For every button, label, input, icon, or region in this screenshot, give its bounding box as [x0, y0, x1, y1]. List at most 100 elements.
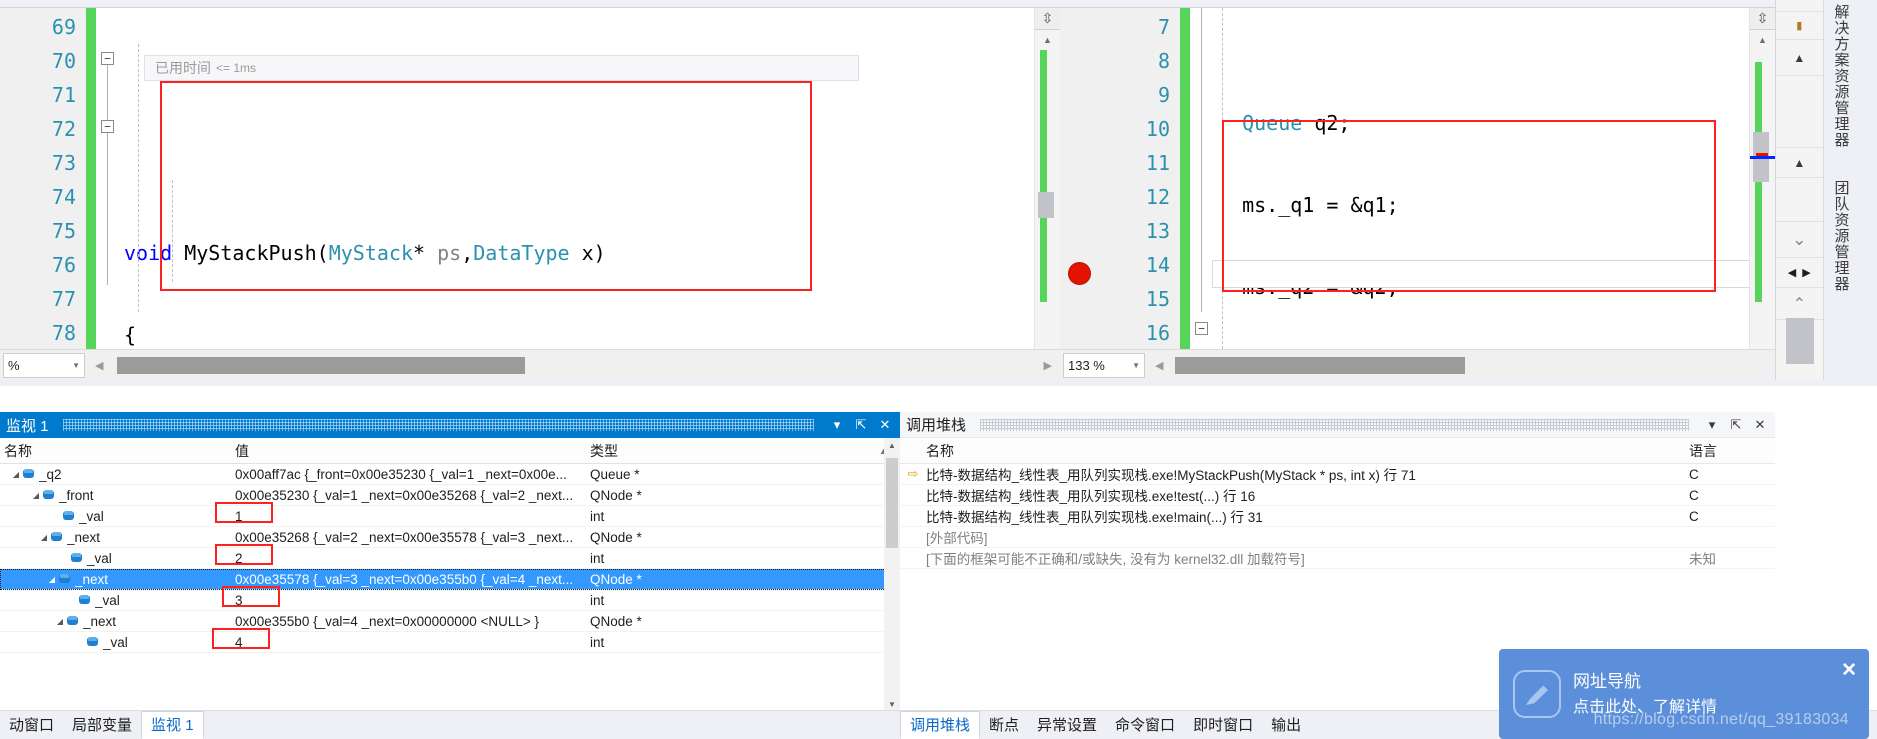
- table-row-selected[interactable]: ◢ _next 0x00e35578 {_val=3 _next=0x00e35…: [0, 569, 900, 590]
- expander-icon[interactable]: ◢: [10, 470, 22, 479]
- watch-variable-value[interactable]: 1: [232, 509, 587, 524]
- dock-scroll-column[interactable]: ▮ ▲ ▲ ⌄ ◀ ▶ ⌃: [1776, 0, 1824, 380]
- scroll-track[interactable]: [1035, 50, 1060, 349]
- scroll-thumb[interactable]: [1038, 192, 1054, 218]
- scroll-thumb[interactable]: [886, 458, 898, 548]
- tab-breakpoints[interactable]: 断点: [980, 711, 1028, 739]
- chevron-up-icon[interactable]: ⌃: [1776, 288, 1823, 320]
- watch-variable-value[interactable]: 0x00aff7ac {_front=0x00e35230 {_val=1 _n…: [232, 467, 587, 482]
- watch-variable-value[interactable]: 0x00e35268 {_val=2 _next=0x00e35578 {_va…: [232, 530, 587, 545]
- scroll-thumb[interactable]: [117, 356, 526, 374]
- expander-icon[interactable]: ◢: [38, 533, 50, 542]
- dock-tab-column[interactable]: 解决方案资源管理器 团队资源管理器: [1824, 0, 1877, 380]
- left-panel-tabs[interactable]: 动窗口 局部变量 监视 1: [0, 710, 900, 739]
- left-horizontal-scrollbar[interactable]: ◀ ▶: [89, 353, 1060, 378]
- scroll-up-icon[interactable]: ▲: [1035, 30, 1060, 50]
- right-code-area[interactable]: 7 8 9 10 11 12 13 14 15 16 17 −: [1060, 8, 1775, 349]
- scroll-left-icon[interactable]: ◀: [1149, 359, 1169, 372]
- call-stack-rows[interactable]: ⇨ 比特-数据结构_线性表_用队列实现栈.exe!MyStackPush(MyS…: [900, 464, 1775, 569]
- cs-col-header-language[interactable]: 语言: [1685, 441, 1775, 461]
- watch-variable-value[interactable]: 3: [232, 593, 587, 608]
- scroll-track[interactable]: [1169, 356, 1775, 374]
- cs-col-header-name[interactable]: 名称: [900, 441, 1685, 461]
- right-code-text[interactable]: Queue q2; ms._q1 = &q1; ms._q2 = &q2; My…: [1214, 8, 1775, 349]
- collapse-function-icon[interactable]: −: [101, 52, 114, 65]
- right-editor-vertical-scrollbar[interactable]: ⇳ ▲: [1749, 8, 1775, 349]
- ime-promo-popup[interactable]: 网址导航 点击此处、了解详情 ✕ https://blog.csdn.net/q…: [1499, 649, 1869, 739]
- dock-scroll-thumb[interactable]: [1786, 318, 1814, 364]
- left-editor-vertical-scrollbar[interactable]: ⇳ ▲: [1034, 8, 1060, 349]
- watch-variable-value[interactable]: 0x00e355b0 {_val=4 _next=0x00000000 <NUL…: [232, 614, 587, 629]
- titlebar-grip[interactable]: [62, 419, 814, 431]
- expander-icon[interactable]: ◢: [30, 491, 42, 500]
- watch-col-header-name[interactable]: 名称: [0, 441, 232, 461]
- tab-watch-1[interactable]: 监视 1: [141, 711, 204, 739]
- right-horizontal-scrollbar[interactable]: ◀: [1149, 353, 1775, 378]
- tab-locals[interactable]: 局部变量: [63, 711, 141, 739]
- table-row[interactable]: ◢ _q2 0x00aff7ac {_front=0x00e35230 {_va…: [0, 464, 900, 485]
- call-stack-frame[interactable]: 比特-数据结构_线性表_用队列实现栈.exe!test(...) 行 16 C: [900, 485, 1775, 506]
- watch-variable-value[interactable]: 2: [232, 551, 587, 566]
- scroll-up-icon[interactable]: ▲: [1750, 30, 1775, 50]
- tab-immediate-window[interactable]: 即时窗口: [1184, 711, 1262, 739]
- call-stack-frame-current[interactable]: ⇨ 比特-数据结构_线性表_用队列实现栈.exe!MyStackPush(MyS…: [900, 464, 1775, 485]
- close-icon[interactable]: ✕: [876, 417, 894, 433]
- tab-exception-settings[interactable]: 异常设置: [1028, 711, 1106, 739]
- chevron-down-icon[interactable]: ▼: [1132, 361, 1140, 370]
- watch-vertical-scrollbar[interactable]: ▲ ▼: [884, 438, 900, 713]
- right-editor-bottom-strip[interactable]: 133 % ▼ ◀: [1060, 349, 1775, 380]
- table-row[interactable]: ◢ _front 0x00e35230 {_val=1 _next=0x00e3…: [0, 485, 900, 506]
- collapse-comment-icon[interactable]: −: [1195, 322, 1208, 335]
- scroll-track[interactable]: [109, 356, 1036, 374]
- call-stack-titlebar[interactable]: 调用堆栈 ▾ ⇱ ✕: [900, 412, 1775, 438]
- split-view-handle-icon[interactable]: ⇳: [1035, 8, 1060, 30]
- table-row[interactable]: ◢ _next 0x00e35268 {_val=2 _next=0x00e35…: [0, 527, 900, 548]
- table-row[interactable]: ◢ _next 0x00e355b0 {_val=4 _next=0x00000…: [0, 611, 900, 632]
- chevron-down-icon[interactable]: ▼: [72, 361, 80, 370]
- dock-tab-solution-explorer[interactable]: 解决方案资源管理器: [1828, 4, 1852, 172]
- pin-icon[interactable]: ⇱: [852, 417, 870, 433]
- left-fold-column[interactable]: − −: [96, 8, 120, 349]
- tab-command-window[interactable]: 命令窗口: [1106, 711, 1184, 739]
- right-fold-column[interactable]: −: [1190, 8, 1214, 349]
- dock-tab-team-explorer[interactable]: 团队资源管理器: [1828, 180, 1852, 360]
- titlebar-grip[interactable]: [980, 418, 1689, 431]
- tab-output[interactable]: 输出: [1262, 711, 1310, 739]
- watch-column-headers[interactable]: 名称 值 类型 ▲: [0, 438, 900, 464]
- breakpoint-icon[interactable]: [1068, 262, 1091, 285]
- call-stack-frame-external[interactable]: [外部代码]: [900, 527, 1775, 548]
- left-zoom-level-combobox[interactable]: % ▼: [3, 352, 85, 378]
- watch-col-header-type[interactable]: 类型: [587, 441, 867, 461]
- expander-icon[interactable]: ◢: [54, 617, 66, 626]
- right-code-editor[interactable]: 7 8 9 10 11 12 13 14 15 16 17 −: [1060, 0, 1775, 380]
- call-stack-frame-warning[interactable]: [下面的框架可能不正确和/或缺失, 没有为 kernel32.dll 加载符号]…: [900, 548, 1775, 569]
- collapse-if-icon[interactable]: −: [101, 120, 114, 133]
- watch-variable-value[interactable]: 4: [232, 635, 587, 650]
- scroll-track[interactable]: [1750, 50, 1775, 349]
- pin-icon[interactable]: ⇱: [1727, 417, 1745, 433]
- chevron-down-icon[interactable]: ▾: [1703, 417, 1721, 433]
- table-row[interactable]: _val 1 int: [0, 506, 900, 527]
- table-row[interactable]: _val 2 int: [0, 548, 900, 569]
- nav-forward-icon[interactable]: ▶: [1802, 266, 1810, 279]
- call-stack-frame[interactable]: 比特-数据结构_线性表_用队列实现栈.exe!main(...) 行 31 C: [900, 506, 1775, 527]
- watch-window-titlebar[interactable]: 监视 1 ▾ ⇱ ✕: [0, 412, 900, 438]
- split-view-handle-icon[interactable]: ⇳: [1750, 8, 1775, 30]
- scroll-up-icon[interactable]: ▲: [884, 438, 900, 454]
- nav-back-icon[interactable]: ◀: [1788, 266, 1796, 279]
- table-row[interactable]: _val 4 int: [0, 632, 900, 653]
- watch-variable-value[interactable]: 0x00e35578 {_val=3 _next=0x00e355b0 {_va…: [232, 572, 587, 587]
- tab-autos-window[interactable]: 动窗口: [0, 711, 63, 739]
- collapse-arrow-icon-2[interactable]: ▲: [1776, 148, 1823, 178]
- expander-icon[interactable]: ◢: [46, 575, 58, 584]
- close-icon[interactable]: ✕: [1751, 417, 1769, 433]
- collapse-arrow-icon[interactable]: ▲: [1776, 40, 1823, 76]
- tab-call-stack[interactable]: 调用堆栈: [900, 711, 981, 739]
- scroll-right-icon[interactable]: ▶: [1036, 359, 1060, 372]
- close-icon[interactable]: ✕: [1841, 659, 1857, 682]
- left-code-area[interactable]: 69 70 71 72 73 74 75 76 77 78 79 80 −: [0, 8, 1060, 349]
- right-zoom-level-combobox[interactable]: 133 % ▼: [1063, 352, 1145, 378]
- left-code-editor[interactable]: 69 70 71 72 73 74 75 76 77 78 79 80 −: [0, 0, 1060, 380]
- scroll-left-icon[interactable]: ◀: [89, 359, 109, 372]
- left-editor-bottom-strip[interactable]: % ▼ ◀ ▶: [0, 349, 1060, 380]
